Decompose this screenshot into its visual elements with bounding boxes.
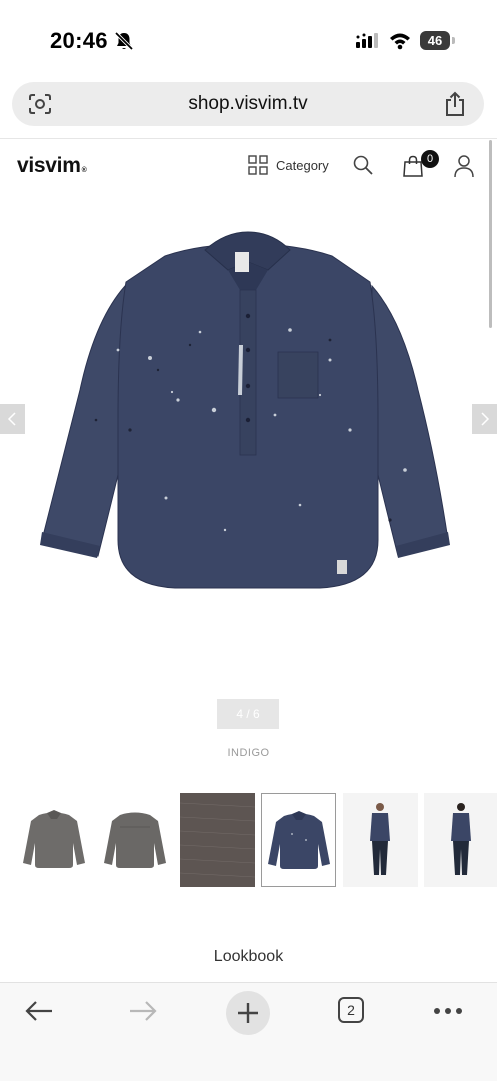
chevron-right-icon (481, 412, 490, 426)
thumbnail-fabric-swatch[interactable] (180, 793, 255, 887)
forward-arrow-icon[interactable] (128, 999, 158, 1023)
battery-level: 46 (427, 33, 443, 48)
thumbnail-grey-shirt-back[interactable] (98, 793, 173, 887)
browser-toolbar: 2 (0, 982, 497, 1081)
next-image-button[interactable] (472, 404, 497, 434)
tab-switcher-button[interactable]: 2 (338, 997, 364, 1023)
address-bar[interactable]: shop.visvim.tv (12, 82, 484, 126)
thumbnail-indigo-shirt-front[interactable] (261, 793, 336, 887)
thumbnail-strip (0, 793, 497, 889)
new-tab-button[interactable] (226, 991, 270, 1035)
image-counter: 4 / 6 (217, 699, 279, 729)
status-bar: 20:46 46 (0, 0, 497, 80)
category-button[interactable]: Category (276, 158, 329, 173)
account-icon[interactable] (453, 154, 475, 178)
url-text[interactable]: shop.visvim.tv (72, 82, 424, 126)
logo-text: visvim (17, 154, 81, 177)
status-time: 20:46 (50, 28, 108, 53)
more-options-icon[interactable] (433, 1007, 463, 1015)
cellular-signal-icon (356, 33, 378, 48)
battery-nub (452, 37, 455, 44)
back-arrow-icon[interactable] (24, 999, 54, 1023)
battery-icon: 46 (420, 31, 450, 50)
share-icon[interactable] (444, 91, 466, 117)
logo-mark: ® (81, 167, 87, 174)
search-icon[interactable] (352, 154, 374, 176)
thumbnail-grey-shirt-front[interactable] (17, 793, 92, 887)
thumbnail-model-back[interactable] (424, 793, 497, 887)
site-header: visvim® Category (0, 140, 497, 192)
chevron-left-icon (7, 412, 16, 426)
prev-image-button[interactable] (0, 404, 25, 434)
divider (0, 138, 497, 139)
bell-muted-icon (114, 31, 134, 51)
site-logo[interactable]: visvim® (17, 154, 87, 178)
grid-icon[interactable] (248, 155, 268, 175)
color-name: INDIGO (227, 747, 270, 759)
lookbook-link[interactable]: Lookbook (0, 948, 497, 966)
plus-icon (238, 1003, 258, 1023)
thumbnail-model-front[interactable] (343, 793, 418, 887)
page-settings-icon[interactable] (28, 93, 52, 115)
cart-count-badge: 0 (421, 150, 439, 168)
wifi-icon (390, 33, 410, 50)
product-main-image[interactable] (0, 200, 497, 640)
